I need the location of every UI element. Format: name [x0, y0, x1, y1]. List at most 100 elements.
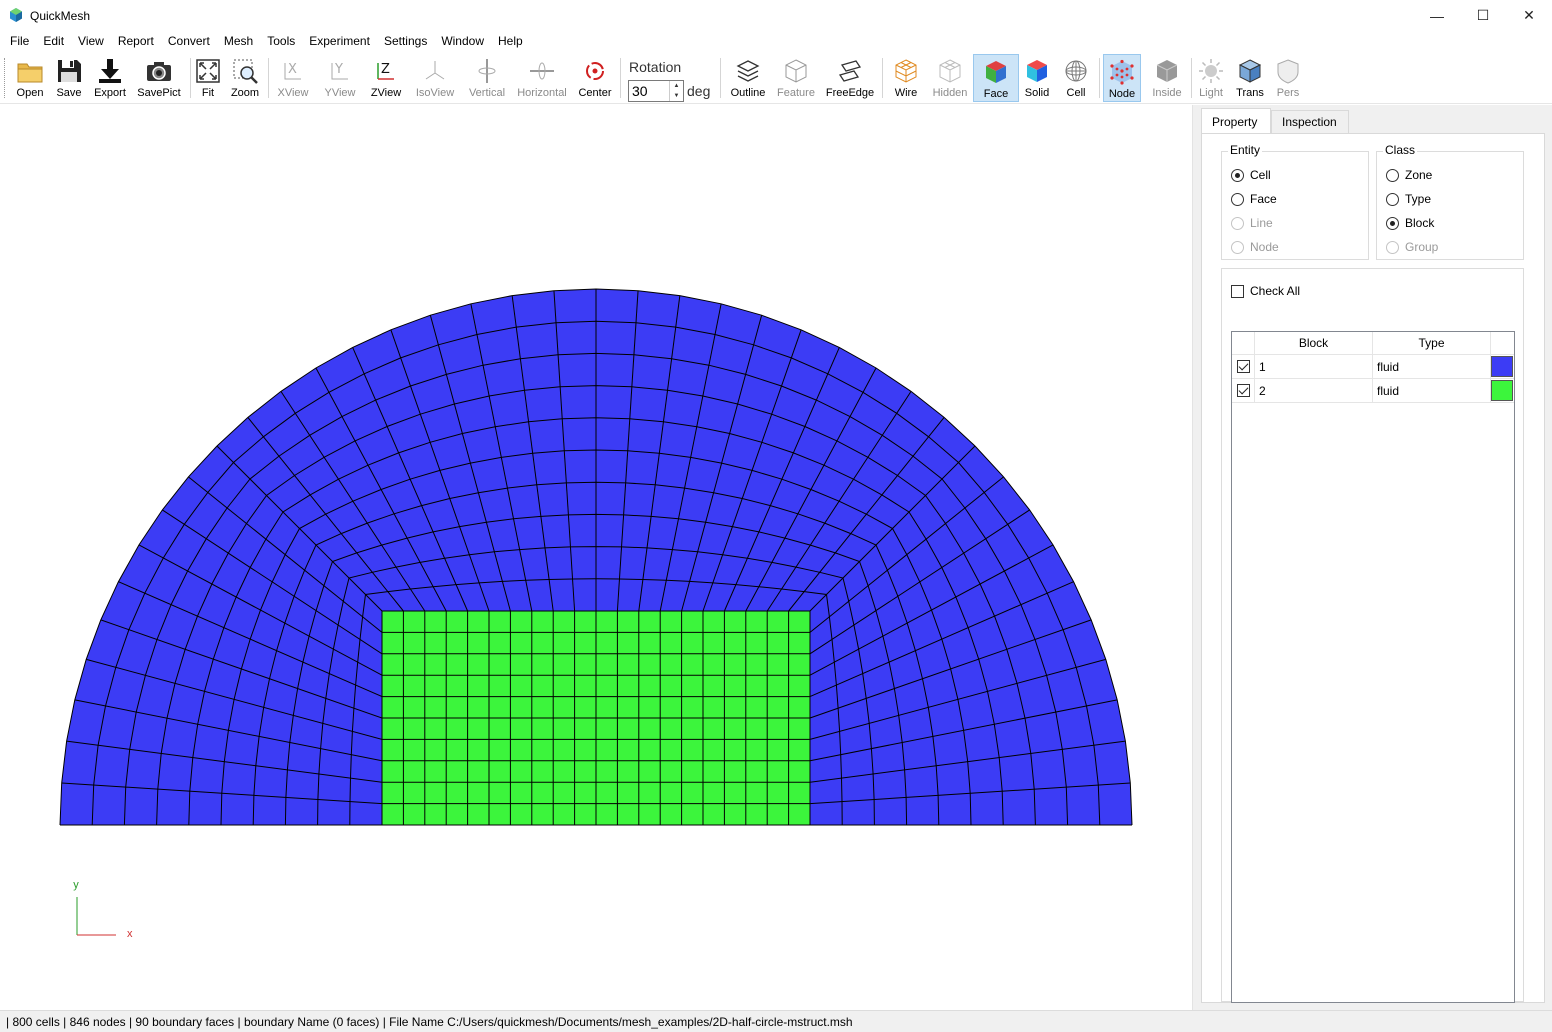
perspective-shield-icon: [1277, 59, 1299, 84]
solid-cube-icon: [1027, 60, 1047, 82]
radio-icon[interactable]: [1386, 216, 1399, 230]
property-tab-body: Entity Cell Face Line Node Class Zone Ty…: [1201, 133, 1545, 1003]
menu-edit[interactable]: Edit: [36, 31, 71, 52]
rotation-spinner[interactable]: ▲ ▼: [669, 81, 683, 101]
svg-text:Z: Z: [381, 62, 390, 77]
mesh-canvas[interactable]: y x: [0, 105, 1192, 1010]
isoview-button[interactable]: IsoView: [412, 54, 458, 102]
vertical-rotation-icon: [478, 59, 496, 83]
yview-button[interactable]: Y YView: [320, 54, 360, 102]
isometric-view-icon: [425, 61, 445, 80]
header-block[interactable]: Block: [1255, 332, 1373, 355]
menu-view[interactable]: View: [71, 31, 111, 52]
menu-mesh[interactable]: Mesh: [217, 31, 260, 52]
export-button[interactable]: Export: [91, 54, 129, 102]
table-row[interactable]: 2 fluid: [1232, 379, 1514, 403]
menu-settings[interactable]: Settings: [377, 31, 434, 52]
class-radio-block[interactable]: Block: [1386, 215, 1434, 231]
spin-down-icon[interactable]: ▼: [670, 91, 683, 101]
row-checkbox[interactable]: [1237, 360, 1250, 373]
checkbox-icon[interactable]: [1231, 284, 1244, 298]
face-button[interactable]: Face: [973, 54, 1019, 102]
open-button[interactable]: Open: [13, 54, 47, 102]
menu-experiment[interactable]: Experiment: [302, 31, 377, 52]
feature-button[interactable]: Feature: [774, 54, 818, 102]
header-type[interactable]: Type: [1373, 332, 1491, 355]
menu-convert[interactable]: Convert: [161, 31, 217, 52]
menu-bar: File Edit View Report Convert Mesh Tools…: [0, 31, 1552, 52]
node-points-icon: [1110, 59, 1134, 85]
inside-button[interactable]: Inside: [1149, 54, 1185, 102]
tab-property[interactable]: Property: [1201, 108, 1271, 134]
freeedge-button[interactable]: FreeEdge: [824, 54, 876, 102]
svg-text:Y: Y: [334, 62, 343, 77]
close-button[interactable]: ✕: [1506, 0, 1552, 31]
vertical-button[interactable]: Vertical: [464, 54, 510, 102]
fit-to-view-icon: [196, 59, 220, 83]
row-color-swatch[interactable]: [1491, 380, 1513, 401]
light-button[interactable]: Light: [1196, 54, 1226, 102]
entity-radio-node: Node: [1231, 239, 1279, 255]
row-color-swatch[interactable]: [1491, 356, 1513, 377]
center-button[interactable]: Center: [575, 54, 615, 102]
free-edge-icon: [838, 60, 862, 82]
hidden-button[interactable]: Hidden: [930, 54, 970, 102]
menu-tools[interactable]: Tools: [260, 31, 302, 52]
menu-report[interactable]: Report: [111, 31, 161, 52]
mesh-viewport[interactable]: y x: [0, 105, 1192, 1010]
class-radio-type[interactable]: Type: [1386, 191, 1431, 207]
rotation-spinbox[interactable]: 30 ▲ ▼: [628, 80, 684, 102]
toolbar-separator: [190, 58, 191, 98]
wire-button[interactable]: Wire: [888, 54, 924, 102]
horizontal-rotation-icon: [530, 62, 554, 80]
fit-button[interactable]: Fit: [194, 54, 222, 102]
pers-button[interactable]: Pers: [1272, 54, 1304, 102]
row-checkbox[interactable]: [1237, 384, 1250, 397]
rotation-label: Rotation: [629, 59, 682, 75]
maximize-button[interactable]: ☐: [1460, 0, 1506, 31]
entity-groupbox: Entity Cell Face Line Node: [1221, 143, 1369, 260]
zoom-button[interactable]: Zoom: [228, 54, 262, 102]
folder-icon: [17, 63, 43, 83]
radio-icon[interactable]: [1231, 168, 1244, 182]
hidden-cube-icon: [939, 59, 961, 83]
save-button[interactable]: Save: [52, 54, 86, 102]
menu-file[interactable]: File: [3, 31, 36, 52]
solid-button[interactable]: Solid: [1020, 54, 1054, 102]
close-icon: ✕: [1523, 7, 1535, 23]
radio-icon: [1386, 240, 1399, 254]
header-check-column: [1232, 332, 1255, 355]
check-all-checkbox[interactable]: Check All: [1231, 284, 1300, 298]
radio-icon[interactable]: [1386, 168, 1399, 182]
trans-button[interactable]: Trans: [1232, 54, 1268, 102]
minimize-button[interactable]: —: [1414, 0, 1460, 31]
window-title: QuickMesh: [30, 9, 91, 23]
y-axis-label: y: [73, 879, 79, 891]
mesh-drawing: [59, 288, 1133, 826]
menu-help[interactable]: Help: [491, 31, 530, 52]
radio-icon[interactable]: [1231, 192, 1244, 206]
radio-icon[interactable]: [1386, 192, 1399, 206]
transparent-cube-icon: [1238, 59, 1262, 83]
toolbar-grip[interactable]: [4, 58, 7, 98]
class-radio-zone[interactable]: Zone: [1386, 167, 1432, 183]
z-axis-view-icon: Z: [377, 62, 394, 80]
savepict-button[interactable]: SavePict: [136, 54, 182, 102]
outline-button[interactable]: Outline: [728, 54, 768, 102]
floppy-disk-icon: [58, 60, 81, 82]
entity-radio-face[interactable]: Face: [1231, 191, 1277, 207]
entity-radio-cell[interactable]: Cell: [1231, 167, 1271, 183]
spin-up-icon[interactable]: ▲: [670, 81, 683, 91]
xview-button[interactable]: X XView: [274, 54, 312, 102]
rotation-value[interactable]: 30: [632, 83, 648, 99]
cell-button[interactable]: Cell: [1060, 54, 1092, 102]
tab-inspection[interactable]: Inspection: [1271, 110, 1349, 133]
menu-window[interactable]: Window: [434, 31, 491, 52]
node-button[interactable]: Node: [1103, 54, 1141, 102]
zview-button[interactable]: Z ZView: [366, 54, 406, 102]
class-groupbox: Class Zone Type Block Group: [1376, 143, 1524, 260]
zoom-magnifier-icon: [233, 59, 258, 84]
horizontal-button[interactable]: Horizontal: [515, 54, 569, 102]
table-row[interactable]: 1 fluid: [1232, 355, 1514, 379]
maximize-icon: ☐: [1476, 7, 1490, 23]
